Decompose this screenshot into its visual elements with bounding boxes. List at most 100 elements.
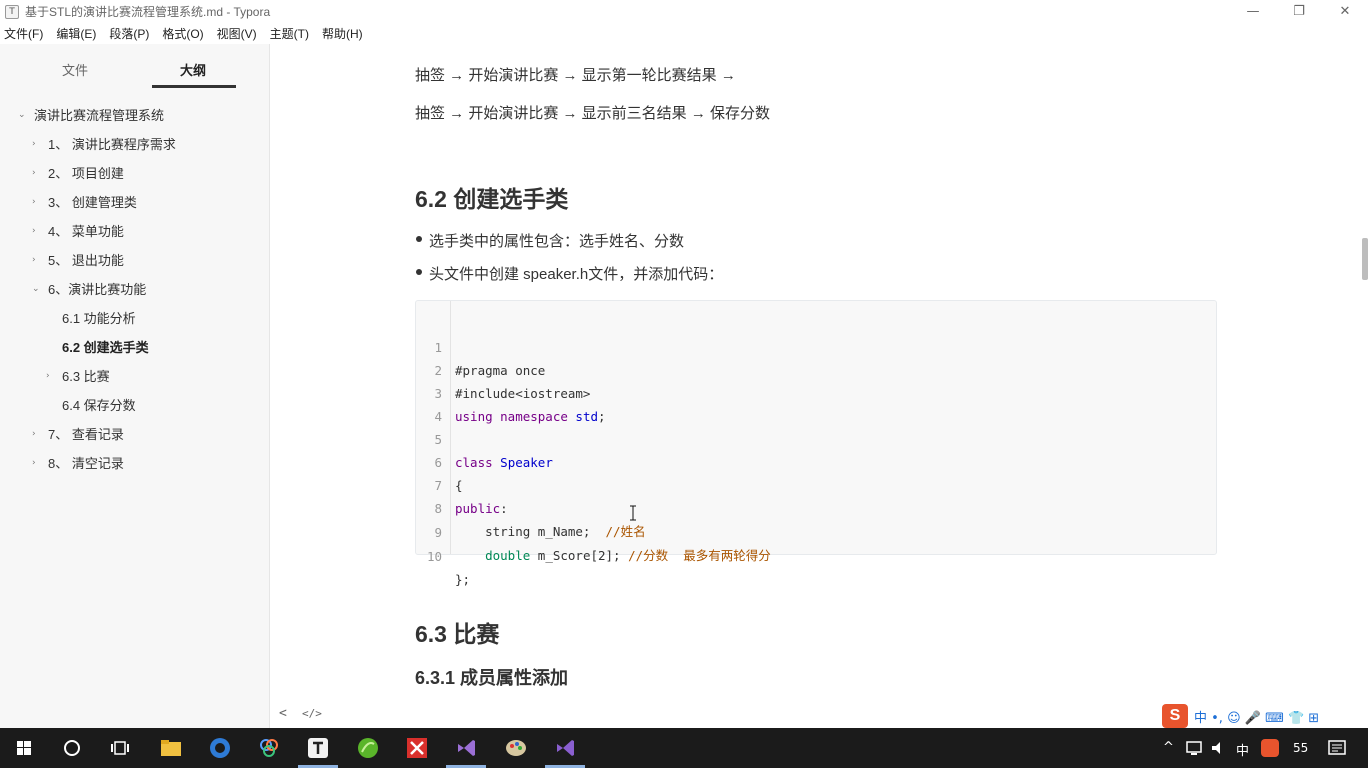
code-line: 8 string m_Name; //姓名 bbox=[416, 474, 1216, 539]
code-block[interactable]: 1 #pragma once 2 #include<iostream> 3 us… bbox=[415, 300, 1217, 587]
sogou-tray-icon[interactable] bbox=[1259, 736, 1283, 760]
line-number: 10 bbox=[426, 549, 442, 564]
list-item: 头文件中创建 speaker.h文件，并添加代码： bbox=[416, 263, 723, 284]
tray-badge-number[interactable]: 55 bbox=[1293, 741, 1308, 755]
outline-item-label: 6.1 功能分析 bbox=[62, 311, 136, 326]
scrollbar-thumb[interactable] bbox=[1362, 238, 1368, 280]
outline-item[interactable]: › 5、 退出功能 bbox=[32, 245, 124, 274]
input-language-indicator[interactable]: 中 bbox=[1236, 740, 1249, 759]
outline-item-label: 7、 查看记录 bbox=[48, 427, 124, 442]
code-line: 1 #pragma once bbox=[416, 313, 1216, 378]
menu-help[interactable]: 帮助(H) bbox=[322, 25, 363, 42]
outline-item-label: 2、 项目创建 bbox=[48, 166, 124, 181]
outline-item[interactable]: › 8、 清空记录 bbox=[32, 448, 124, 477]
network-icon[interactable] bbox=[1184, 736, 1208, 760]
volume-icon[interactable] bbox=[1208, 736, 1232, 760]
chevron-right-icon[interactable]: › bbox=[32, 429, 44, 439]
code-line: 10 }; bbox=[416, 522, 1216, 587]
chevron-down-icon[interactable]: ⌄ bbox=[18, 110, 30, 120]
sidebar: 文件 大纲 ⌄ 演讲比赛流程管理系统 › 1、 演讲比赛程序需求 › 2、 项目… bbox=[0, 44, 270, 728]
outline-item[interactable]: › 1、 演讲比赛程序需求 bbox=[32, 129, 176, 158]
code-line: 2 #include<iostream> bbox=[416, 336, 1216, 401]
ime-toolbar[interactable]: S 中 •, ☺ 🎤 ⌨ 👕 ⊞ bbox=[1162, 703, 1368, 729]
outline-item-label: 6、演讲比赛功能 bbox=[48, 282, 147, 297]
notification-center-icon[interactable] bbox=[1326, 736, 1350, 760]
code-text: double m_Score[2]; //分数 最多有两轮得分 bbox=[455, 544, 771, 567]
menu-bar: 文件(F) 编辑(E) 段落(P) 格式(O) 视图(V) 主题(T) 帮助(H… bbox=[0, 23, 1368, 44]
outline-item-label: 1、 演讲比赛程序需求 bbox=[48, 137, 176, 152]
outline-item-active[interactable]: 6.2 创建选手类 bbox=[62, 332, 149, 361]
outline-item-label: 8、 清空记录 bbox=[48, 456, 124, 471]
chevron-right-icon[interactable]: › bbox=[46, 371, 58, 381]
chevron-right-icon[interactable]: › bbox=[32, 458, 44, 468]
baidu-netdisk-icon[interactable] bbox=[257, 736, 281, 760]
visual-studio-icon-2[interactable] bbox=[553, 736, 577, 760]
toggle-sidebar-button[interactable]: < bbox=[279, 706, 287, 721]
outline-item[interactable]: › 2、 项目创建 bbox=[32, 158, 124, 187]
chevron-right-icon[interactable]: › bbox=[32, 139, 44, 149]
outline-item-label: 5、 退出功能 bbox=[48, 253, 124, 268]
windows-start-icon[interactable] bbox=[12, 736, 36, 760]
outline-item-label: 6.2 创建选手类 bbox=[62, 340, 149, 355]
outline-item[interactable]: ⌄ 6、演讲比赛功能 bbox=[32, 274, 146, 303]
chevron-right-icon[interactable]: › bbox=[32, 168, 44, 178]
tray-chevron-up-icon[interactable]: ^ bbox=[1163, 740, 1174, 755]
browser-icon[interactable] bbox=[208, 736, 232, 760]
menu-theme[interactable]: 主题(T) bbox=[270, 25, 309, 42]
list-item-text: 选手类中的属性包含：选手姓名、分数 bbox=[429, 233, 685, 250]
code-type: double bbox=[455, 548, 531, 563]
green-ball-app-icon[interactable] bbox=[356, 736, 380, 760]
menu-edit[interactable]: 编辑(E) bbox=[56, 25, 96, 42]
list-item: 选手类中的属性包含：选手姓名、分数 bbox=[416, 230, 685, 251]
flow-paragraph-1: 抽签 → 开始演讲比赛 → 显示第一轮比赛结果 → bbox=[415, 67, 736, 84]
chevron-right-icon[interactable]: › bbox=[32, 255, 44, 265]
outline-item-label: 3、 创建管理类 bbox=[48, 195, 137, 210]
xmind-icon[interactable] bbox=[405, 736, 429, 760]
heading-6-3: 6.3 比赛 bbox=[415, 621, 500, 647]
tab-outline[interactable]: 大纲 bbox=[180, 60, 206, 79]
code-line: 3 using namespace std; bbox=[416, 359, 1216, 424]
outline-item[interactable]: › 4、 菜单功能 bbox=[32, 216, 124, 245]
outline-item[interactable]: 6.1 功能分析 bbox=[62, 303, 136, 332]
outline-item[interactable]: › 7、 查看记录 bbox=[32, 419, 124, 448]
text-cursor-icon bbox=[630, 505, 636, 521]
taskbar: ^ 中 55 bbox=[0, 728, 1368, 768]
outline-item[interactable]: 6.4 保存分数 bbox=[62, 390, 136, 419]
code-line: 9 double m_Score[2]; //分数 最多有两轮得分 bbox=[416, 498, 1216, 563]
code-line: 5 class Speaker bbox=[416, 405, 1216, 470]
tab-files[interactable]: 文件 bbox=[62, 60, 88, 79]
search-icon[interactable] bbox=[60, 736, 84, 760]
menu-format[interactable]: 格式(O) bbox=[162, 25, 203, 42]
close-button[interactable]: ✕ bbox=[1322, 0, 1368, 23]
outline-item-label: 6.3 比赛 bbox=[62, 369, 110, 384]
chevron-down-icon[interactable]: ⌄ bbox=[32, 284, 44, 294]
ime-status-icons[interactable]: 中 •, ☺ 🎤 ⌨ 👕 ⊞ bbox=[1194, 707, 1319, 726]
window-controls: — ❐ ✕ bbox=[1230, 0, 1368, 23]
code-comment: //分数 最多有两轮得分 bbox=[628, 548, 771, 563]
outline-item-label: 6.4 保存分数 bbox=[62, 398, 136, 413]
editor-content[interactable]: 抽签 → 开始演讲比赛 → 显示第一轮比赛结果 → 抽签 → 开始演讲比赛 → … bbox=[271, 44, 1361, 700]
restore-button[interactable]: ❐ bbox=[1276, 0, 1322, 23]
outline-item[interactable]: ⌄ 演讲比赛流程管理系统 bbox=[18, 100, 164, 129]
visual-studio-icon[interactable] bbox=[454, 736, 478, 760]
menu-file[interactable]: 文件(F) bbox=[4, 25, 43, 42]
outline-item-label: 4、 菜单功能 bbox=[48, 224, 124, 239]
menu-paragraph[interactable]: 段落(P) bbox=[109, 25, 149, 42]
heading-6-3-1: 6.3.1 成员属性添加 bbox=[415, 668, 569, 688]
sogou-ime-icon[interactable]: S bbox=[1162, 704, 1188, 728]
paint-palette-icon[interactable] bbox=[504, 736, 528, 760]
outline-item[interactable]: › 6.3 比赛 bbox=[46, 361, 110, 390]
code-line: 7 public: bbox=[416, 451, 1216, 516]
typora-taskbar-icon[interactable] bbox=[306, 736, 330, 760]
source-mode-button[interactable]: </> bbox=[302, 707, 322, 720]
chevron-right-icon[interactable]: › bbox=[32, 226, 44, 236]
minimize-button[interactable]: — bbox=[1230, 0, 1276, 23]
menu-view[interactable]: 视图(V) bbox=[217, 25, 257, 42]
bullet-dot bbox=[416, 269, 422, 275]
task-view-icon[interactable] bbox=[108, 736, 132, 760]
code-line: 6 { bbox=[416, 428, 1216, 493]
heading-6-2: 6.2 创建选手类 bbox=[415, 186, 569, 212]
outline-item[interactable]: › 3、 创建管理类 bbox=[32, 187, 137, 216]
file-explorer-icon[interactable] bbox=[159, 736, 183, 760]
chevron-right-icon[interactable]: › bbox=[32, 197, 44, 207]
